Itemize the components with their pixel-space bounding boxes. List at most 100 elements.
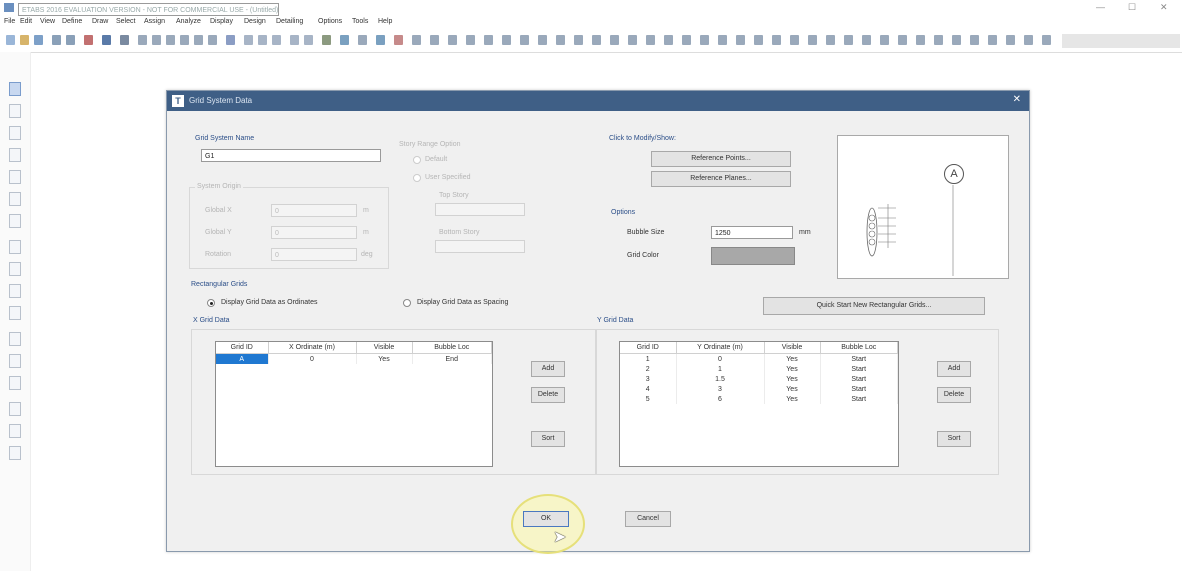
reference-planes-button[interactable]: Reference Planes... <box>651 171 791 187</box>
menu-design[interactable]: Design <box>244 18 266 25</box>
rotate-view-icon[interactable] <box>272 35 281 45</box>
plan-view-icon[interactable] <box>244 35 253 45</box>
table-row[interactable]: 4 3 Yes Start <box>620 384 898 394</box>
y-cell-grid-id[interactable]: 2 <box>620 364 677 374</box>
y-cell-ordinate[interactable]: 3 <box>676 384 765 394</box>
draw-section-cut-icon[interactable] <box>574 35 583 45</box>
menu-view[interactable]: View <box>40 18 55 25</box>
display-spacing-radio[interactable] <box>403 299 411 307</box>
display-ordinates-radio[interactable] <box>207 299 215 307</box>
y-cell-visible[interactable]: Yes <box>764 394 821 404</box>
y-col-ordinate[interactable]: Y Ordinate (m) <box>676 342 765 354</box>
y-cell-visible[interactable]: Yes <box>764 374 821 384</box>
move-down-icon[interactable] <box>304 35 313 45</box>
menu-define[interactable]: Define <box>62 18 82 25</box>
story-range-default-radio[interactable] <box>413 156 421 164</box>
cancel-button[interactable]: Cancel <box>625 511 671 527</box>
draw-wall-rebar-icon[interactable] <box>1006 35 1015 45</box>
draw-area-load-icon[interactable] <box>808 35 817 45</box>
draw-stair-left-icon[interactable] <box>9 424 21 438</box>
draw-reference-point-icon[interactable] <box>610 35 619 45</box>
y-cell-visible[interactable]: Yes <box>764 384 821 394</box>
draw-column-left-icon[interactable] <box>9 148 21 162</box>
x-delete-button[interactable]: Delete <box>531 387 565 403</box>
rotation-input[interactable]: 0 <box>271 248 357 261</box>
pan-icon[interactable] <box>208 35 217 45</box>
draw-line-icon[interactable] <box>9 126 21 140</box>
table-row[interactable]: A 0 Yes End <box>216 353 492 364</box>
draw-pier-icon[interactable] <box>916 35 925 45</box>
zoom-all-icon[interactable] <box>180 35 189 45</box>
draw-slab-icon[interactable] <box>502 35 511 45</box>
y-cell-ordinate[interactable]: 0 <box>676 353 765 364</box>
draw-tendon-left-icon[interactable] <box>9 354 21 368</box>
draw-slab-rebar-icon[interactable] <box>952 35 961 45</box>
show-undeformed-icon[interactable] <box>376 35 385 45</box>
draw-area-icon[interactable] <box>9 240 21 254</box>
perspective-icon[interactable] <box>322 35 331 45</box>
y-cell-grid-id[interactable]: 5 <box>620 394 677 404</box>
3d-view-icon[interactable] <box>226 35 235 45</box>
draw-ramp-icon[interactable] <box>718 35 727 45</box>
table-row[interactable]: 5 6 Yes Start <box>620 394 898 404</box>
x-cell-bubble-loc[interactable]: End <box>412 353 492 364</box>
y-cell-ordinate[interactable]: 6 <box>676 394 765 404</box>
x-col-visible[interactable]: Visible <box>356 342 413 354</box>
y-add-button[interactable]: Add <box>937 361 971 377</box>
draw-grid-icon[interactable] <box>592 35 601 45</box>
zoom-out-icon[interactable] <box>166 35 175 45</box>
y-cell-visible[interactable]: Yes <box>764 353 821 364</box>
y-cell-visible[interactable]: Yes <box>764 364 821 374</box>
draw-link-left-icon[interactable] <box>9 332 21 346</box>
reference-points-button[interactable]: Reference Points... <box>651 151 791 167</box>
y-cell-ordinate[interactable]: 1 <box>676 364 765 374</box>
x-add-button[interactable]: Add <box>531 361 565 377</box>
draw-floor-icon[interactable] <box>754 35 763 45</box>
draw-restraint-icon[interactable] <box>880 35 889 45</box>
global-x-input[interactable]: 0 <box>271 204 357 217</box>
draw-opening-left-icon[interactable] <box>9 306 21 320</box>
y-cell-grid-id[interactable]: 4 <box>620 384 677 394</box>
draw-section-left-icon[interactable] <box>9 402 21 416</box>
quick-start-button[interactable]: Quick Start New Rectangular Grids... <box>763 297 985 315</box>
menu-help[interactable]: Help <box>378 18 392 25</box>
y-cell-bubble-loc[interactable]: Start <box>820 353 898 364</box>
table-row[interactable]: 3 1.5 Yes Start <box>620 374 898 384</box>
x-sort-button[interactable]: Sort <box>531 431 565 447</box>
y-col-grid-id[interactable]: Grid ID <box>620 342 677 354</box>
x-col-bubble-loc[interactable]: Bubble Loc <box>412 342 492 354</box>
menu-analyze[interactable]: Analyze <box>176 18 201 25</box>
draw-point-load-icon[interactable] <box>844 35 853 45</box>
menu-display[interactable]: Display <box>210 18 233 25</box>
draw-stair-icon[interactable] <box>736 35 745 45</box>
draw-diaphragm-icon[interactable] <box>898 35 907 45</box>
y-col-bubble-loc[interactable]: Bubble Loc <box>820 342 898 354</box>
menu-assign[interactable]: Assign <box>144 18 165 25</box>
draw-brace-icon[interactable] <box>484 35 493 45</box>
draw-brace-left-icon[interactable] <box>9 192 21 206</box>
menu-draw[interactable]: Draw <box>92 18 108 25</box>
draw-tendon-strip-icon[interactable] <box>790 35 799 45</box>
undo-icon[interactable] <box>52 35 61 45</box>
draw-wall-left-icon[interactable] <box>9 284 21 298</box>
grid-system-name-input[interactable]: G1 <box>201 149 381 162</box>
show-deformed-icon[interactable] <box>394 35 403 45</box>
draw-beam-icon[interactable] <box>448 35 457 45</box>
ok-button[interactable]: OK <box>523 511 569 527</box>
y-cell-ordinate[interactable]: 1.5 <box>676 374 765 384</box>
draw-wall-stack-icon[interactable] <box>700 35 709 45</box>
draw-opening-icon[interactable] <box>538 35 547 45</box>
run-analysis-icon[interactable] <box>120 35 129 45</box>
dialog-close-icon[interactable]: ✕ <box>1013 94 1021 105</box>
pointer-icon[interactable] <box>9 82 21 96</box>
draw-design-strip-icon[interactable] <box>772 35 781 45</box>
table-row[interactable]: 2 1 Yes Start <box>620 364 898 374</box>
menu-tools[interactable]: Tools <box>352 18 368 25</box>
maximize-icon[interactable]: ☐ <box>1128 2 1136 13</box>
object-shrink-icon[interactable] <box>340 35 349 45</box>
zoom-previous-icon[interactable] <box>194 35 203 45</box>
menu-detailing[interactable]: Detailing <box>276 18 303 25</box>
draw-spring-icon[interactable] <box>862 35 871 45</box>
draw-dimension-left-icon[interactable] <box>9 376 21 390</box>
zoom-in-icon[interactable] <box>152 35 161 45</box>
